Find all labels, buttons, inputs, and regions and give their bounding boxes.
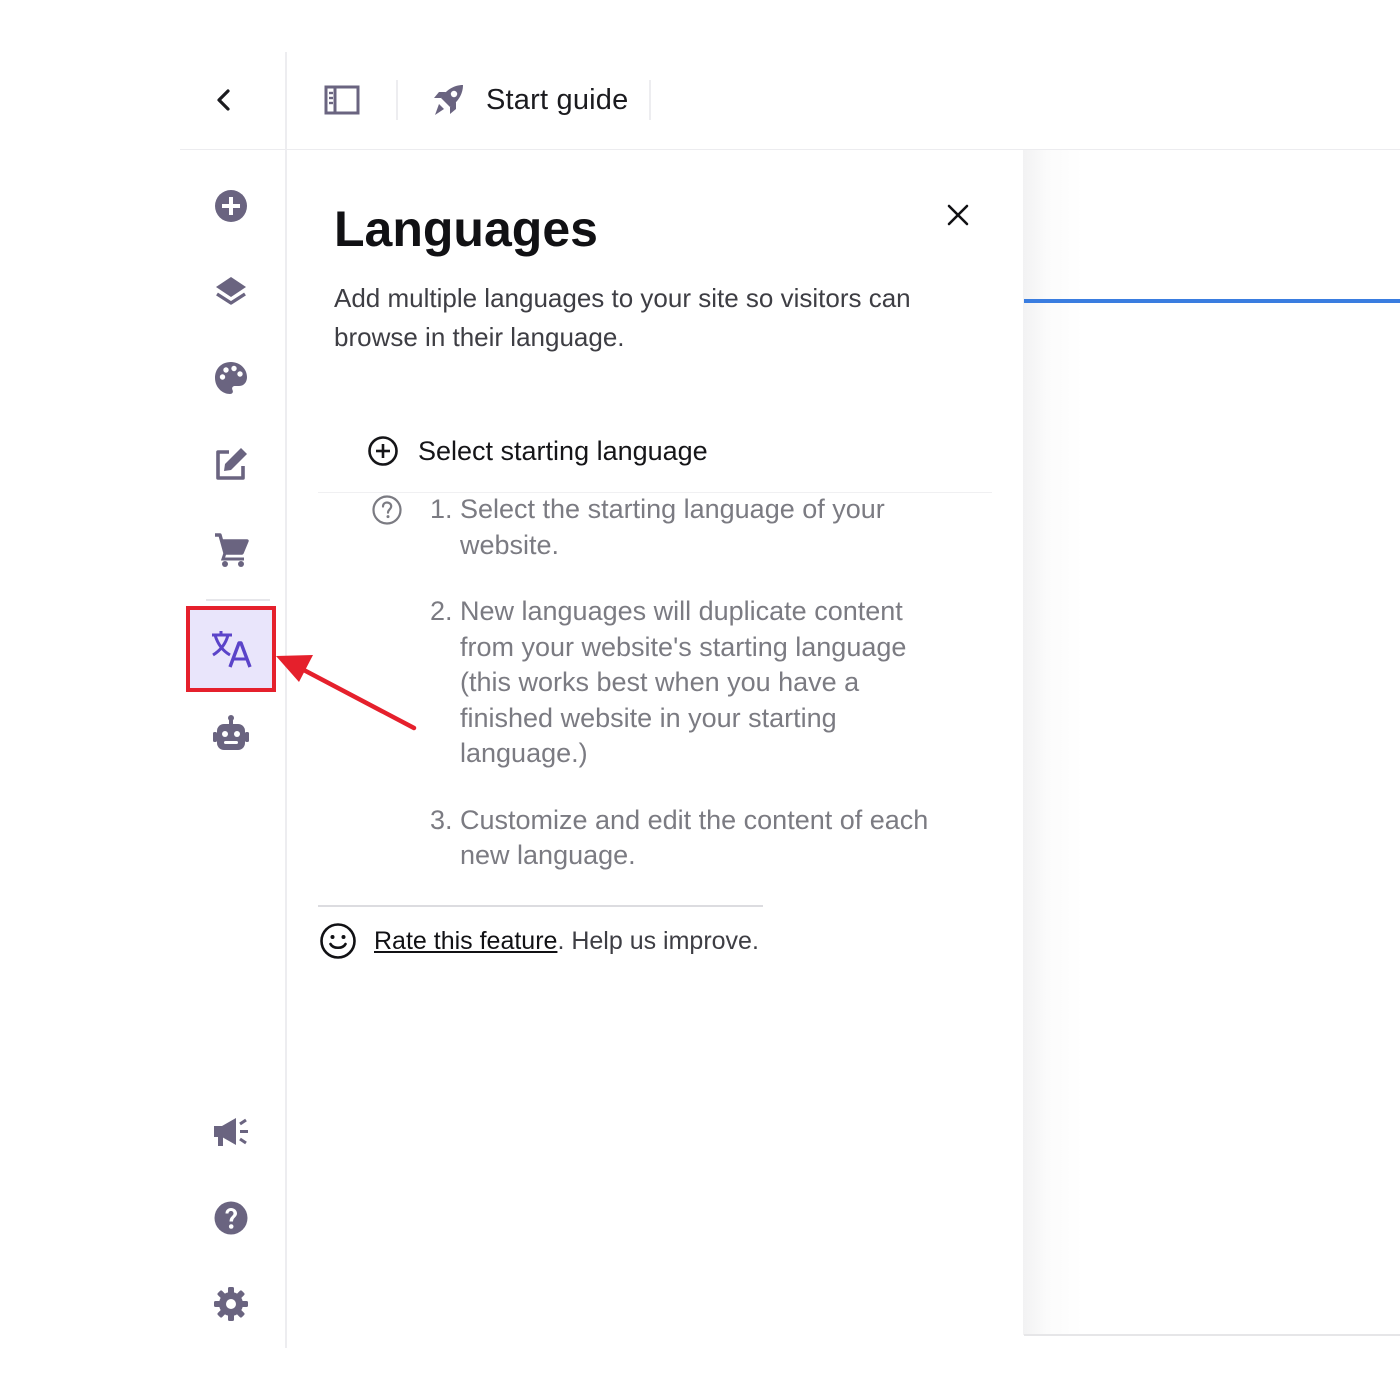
rail-separator — [206, 599, 270, 601]
instruction-step: 1. Select the starting language of your … — [430, 492, 950, 563]
rate-divider — [318, 905, 763, 907]
instruction-step: 3. Customize and edit the content of eac… — [430, 803, 950, 874]
topbar-separator — [396, 80, 398, 120]
layers-icon — [216, 277, 246, 305]
rocket-icon — [434, 85, 463, 115]
panel-title: Languages — [334, 201, 598, 257]
panel-description: Add multiple languages to your site so v… — [334, 283, 911, 352]
rail-item-announcements[interactable] — [207, 1108, 255, 1156]
cart-icon — [215, 533, 249, 567]
plus-circle-icon — [215, 190, 247, 222]
rail-item-layers[interactable] — [207, 268, 255, 316]
rate-feature-suffix: . Help us improve. — [557, 926, 759, 955]
instruction-step: 2. New languages will duplicate content … — [430, 594, 950, 772]
topbar-separator — [649, 80, 651, 120]
gear-icon — [214, 1287, 248, 1321]
rail-item-add[interactable] — [207, 182, 255, 230]
step-number: 1. — [430, 494, 453, 524]
step-text: Customize and edit the content of each n… — [460, 804, 929, 871]
rail-item-store[interactable] — [207, 526, 255, 574]
start-guide-button[interactable]: Start guide — [430, 78, 628, 122]
sidebar-panel-icon — [324, 85, 360, 115]
start-guide-label: Start guide — [486, 83, 629, 116]
rail-item-edit[interactable] — [207, 440, 255, 488]
select-starting-language-label: Select starting language — [418, 435, 708, 466]
chevron-left-icon — [217, 89, 230, 111]
palette-icon — [215, 362, 247, 394]
step-text: Select the starting language of your web… — [460, 494, 885, 560]
step-number: 2. — [430, 596, 453, 626]
robot-icon — [213, 715, 249, 750]
canvas-bottom-line — [1024, 1334, 1400, 1336]
canvas-area — [1023, 150, 1400, 1335]
help-icon — [214, 1201, 248, 1235]
close-icon — [947, 204, 969, 226]
editor-window: Start guide Languages Add multiple langu… — [0, 0, 1400, 1400]
rail-item-languages[interactable] — [186, 606, 276, 692]
canvas-accent-line — [1024, 299, 1400, 303]
translate-icon — [212, 631, 252, 668]
rail-item-design[interactable] — [207, 354, 255, 402]
toggle-panel-button[interactable] — [320, 80, 364, 120]
add-circle-icon — [366, 434, 400, 468]
rate-feature-link[interactable]: Rate this feature — [374, 927, 557, 955]
rail-item-help[interactable] — [207, 1194, 255, 1242]
rate-feature-text: Rate this feature. Help us improve. — [374, 927, 759, 956]
rail-item-ai-assistant[interactable] — [207, 710, 255, 758]
smiley-icon — [320, 923, 356, 959]
megaphone-icon — [214, 1118, 248, 1146]
select-starting-language-button[interactable]: Select starting language — [318, 410, 992, 492]
step-text: New languages will duplicate content fro… — [460, 596, 907, 768]
instructions-list: 1. Select the starting language of your … — [430, 492, 950, 905]
close-panel-button[interactable] — [940, 197, 976, 233]
back-button[interactable] — [204, 80, 244, 120]
step-number: 3. — [430, 804, 453, 835]
rate-feature-row: Rate this feature. Help us improve. — [318, 920, 759, 962]
question-circle-icon — [372, 495, 402, 525]
rail-item-settings[interactable] — [207, 1280, 255, 1328]
edit-icon — [216, 448, 247, 480]
